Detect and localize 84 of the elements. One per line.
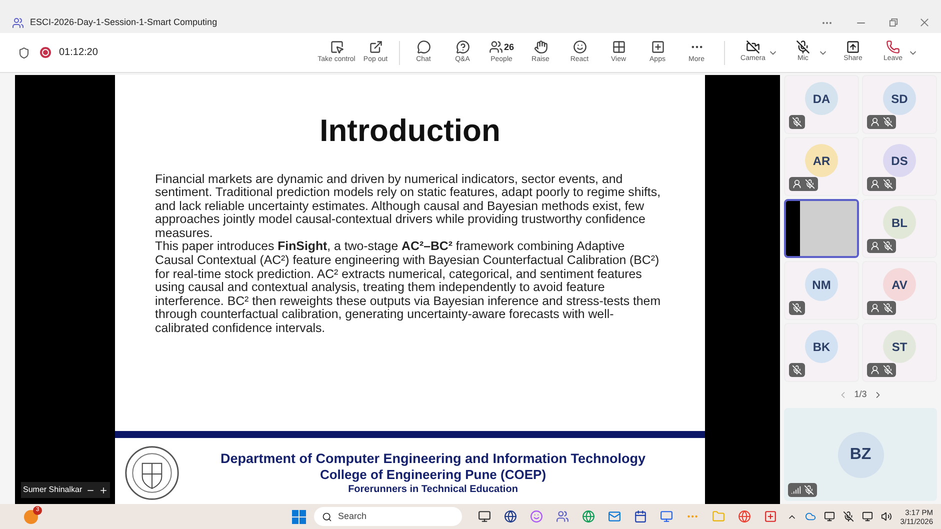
calendar-icon[interactable] (634, 510, 647, 523)
video-tile[interactable] (784, 199, 859, 258)
smiley-icon[interactable] (530, 510, 543, 523)
participant-tile[interactable]: AR (784, 137, 859, 196)
person-icon (870, 179, 880, 189)
people-icon[interactable] (556, 510, 569, 523)
mic-off-icon (805, 179, 815, 189)
page-indicator: 1/3 (854, 388, 867, 402)
person-icon (870, 365, 880, 375)
monitor-icon[interactable] (824, 511, 836, 522)
mic-off-icon (883, 365, 893, 375)
restore-icon[interactable] (889, 18, 898, 27)
close-icon[interactable] (920, 18, 929, 27)
person-icon (870, 303, 880, 313)
avatar: BK (805, 330, 838, 363)
window-title: ESCI-2026-Day-1-Session-1-Smart Computing (30, 16, 218, 29)
cloud-icon[interactable] (805, 511, 816, 522)
grid-icon (612, 40, 626, 54)
avatar: BL (883, 206, 916, 239)
participant-tile[interactable]: NM (784, 261, 859, 320)
mic-off-icon (792, 303, 802, 313)
plus-square-icon (650, 40, 664, 54)
external-link-icon (368, 40, 382, 54)
avatar: DS (883, 144, 916, 177)
slide-paragraph: This paper introduces FinSight, a two-stage AC²–BC² framework combining Adaptive Causal Contextual (AC²) feature engineering with Bayesian Counterfactual Calibration (BC²) for real-time stock prediction. AC² extracts numerical, categorical, and sentiment features using causal and contextual analysis, treating them independently to avoid feature interference. BC² then reweights these outputs via Bayesian inference and stress-tests them through counterfactual calibration, generating uncertainty-aware forecasts with well-calibrated confidence intervals. (155, 240, 662, 336)
speaker-icon[interactable] (881, 511, 892, 522)
mail-icon[interactable] (608, 510, 621, 523)
hand-icon (534, 40, 548, 54)
participant-tile[interactable]: ST (862, 323, 937, 382)
mic-off-icon[interactable] (843, 511, 854, 522)
mic-off-icon (883, 179, 893, 189)
camera-off-icon (746, 40, 760, 54)
monitor-icon[interactable] (478, 510, 491, 523)
slide-paragraph: Financial markets are dynamic and driven by numerical indicators, sector events, and sentiment. Traditional prediction models rely on static features, adapt poorly to regime shifts, and lack reliable uncertainty estimates. Although causal and Bayesian methods exist, few approaches jointly model causal-contextual drivers while providing trustworthy confidence measures. (155, 172, 662, 240)
participant-tile[interactable]: BL (862, 199, 937, 258)
participant-tile[interactable]: DS (862, 137, 937, 196)
video-placeholder (800, 201, 857, 256)
mic-off-icon (792, 365, 802, 375)
windows-start-icon[interactable] (292, 510, 306, 524)
share-icon (846, 40, 860, 54)
person-icon (870, 241, 880, 251)
meeting-timer: 01:12:20 (59, 46, 99, 60)
mic-off-icon (883, 241, 893, 251)
chat-bubble-icon (416, 40, 430, 54)
avatar: AV (883, 268, 916, 301)
college-name: College of Engineering Pune (COEP) (320, 466, 546, 482)
mic-off-icon (792, 117, 802, 127)
mic-off-icon (804, 485, 814, 495)
spotlight-tile[interactable]: BZ (784, 408, 937, 501)
participant-tile[interactable]: BK (784, 323, 859, 382)
people-icon (488, 40, 503, 54)
shield-icon (18, 46, 30, 58)
people-count: 26 (504, 40, 514, 54)
globe-icon[interactable] (504, 510, 517, 523)
avatar: DA (805, 82, 838, 115)
college-seal-drawing (123, 444, 181, 502)
app-icon (12, 16, 24, 28)
mic-off-icon (883, 303, 893, 313)
avatar: AR (805, 144, 838, 177)
participant-tile[interactable]: SD (862, 75, 937, 134)
search-icon (322, 512, 332, 522)
monitor-icon[interactable] (862, 511, 874, 522)
plus-square-icon[interactable] (764, 510, 777, 523)
participant-tile[interactable]: AV (862, 261, 937, 320)
person-icon (792, 179, 802, 189)
avatar: BZ (838, 432, 884, 478)
signal-icon (791, 485, 801, 495)
phone-icon (886, 40, 900, 54)
presenter-name: Sumer Shinalkar (23, 484, 82, 496)
slide-title: Introduction (318, 112, 502, 150)
search-field[interactable]: Search (314, 507, 462, 526)
avatar: SD (883, 82, 916, 115)
pointer-square-icon (330, 40, 344, 54)
question-bubble-icon (456, 40, 470, 54)
avatar: ST (883, 330, 916, 363)
mic-off-icon (883, 117, 893, 127)
zoom-in-icon[interactable] (99, 486, 108, 494)
avatar: NM (805, 268, 838, 301)
smiley-icon (572, 40, 586, 54)
mic-off-icon (796, 40, 810, 54)
participant-tile[interactable]: DA (784, 75, 859, 134)
department-name: Department of Computer Engineering and Information Technology (220, 450, 646, 466)
person-icon (870, 117, 880, 127)
college-motto: Forerunners in Technical Education (348, 482, 518, 496)
